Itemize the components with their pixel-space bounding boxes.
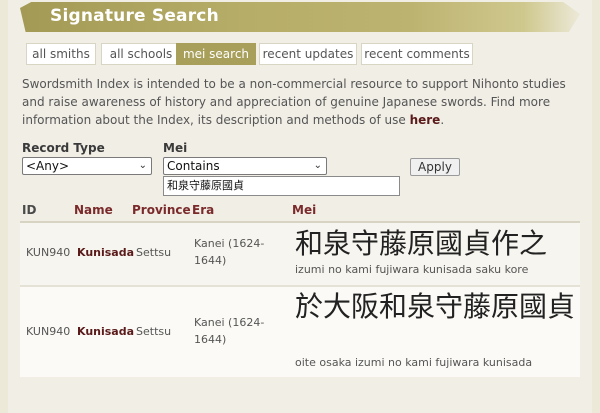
row-id: KUN940: [26, 246, 71, 259]
column-header-name[interactable]: Name: [74, 203, 113, 217]
row-name-link[interactable]: Kunisada: [77, 323, 134, 340]
row-province: Settsu: [136, 325, 172, 338]
intro-suffix: .: [440, 113, 445, 127]
page-title: Signature Search: [50, 6, 219, 26]
row-name-link[interactable]: Kunisada: [77, 244, 134, 261]
chevron-down-icon: ⌄: [138, 160, 147, 171]
record-type-value: <Any>: [26, 159, 70, 173]
column-header-era[interactable]: Era: [192, 203, 214, 217]
mei-mode-value: Contains: [167, 159, 220, 173]
row-mei-romaji: izumi no kami fujiwara kunisada saku kor…: [295, 263, 529, 276]
tab-recent-comments[interactable]: recent comments: [361, 43, 473, 65]
record-type-select[interactable]: <Any> ⌄: [22, 157, 152, 175]
row-province: Settsu: [136, 246, 172, 259]
tab-recent-updates[interactable]: recent updates: [259, 43, 357, 65]
apply-button[interactable]: Apply: [410, 158, 460, 176]
column-header-id: ID: [22, 203, 37, 217]
row-mei-romaji: oite osaka izumi no kami fujiwara kunisa…: [295, 356, 533, 369]
row-mei-kanji: 於大阪和泉守藤原國貞: [295, 290, 576, 323]
tab-all-schools[interactable]: all schools: [101, 43, 181, 65]
chevron-down-icon: ⌄: [313, 160, 322, 171]
column-header-mei: Mei: [292, 203, 317, 217]
title-banner: Signature Search: [20, 2, 580, 32]
row-era: Kanei (1624-1644): [194, 237, 265, 267]
intro-here-link[interactable]: here: [410, 113, 441, 127]
row-era: Kanei (1624-1644): [194, 316, 265, 346]
mei-label: Mei: [163, 141, 188, 155]
mei-mode-select[interactable]: Contains ⌄: [163, 157, 327, 175]
row-id: KUN940: [26, 325, 71, 338]
record-type-label: Record Type: [22, 141, 105, 155]
column-header-province[interactable]: Province: [132, 203, 191, 217]
mei-query-input[interactable]: 和泉守藤原國貞: [163, 176, 400, 196]
tab-all-smiths[interactable]: all smiths: [26, 43, 96, 65]
row-mei-kanji: 和泉守藤原國貞作之: [295, 227, 548, 260]
intro-text: Swordsmith Index is intended to be a non…: [22, 75, 580, 129]
intro-body: Swordsmith Index is intended to be a non…: [22, 77, 566, 127]
tab-mei-search[interactable]: mei search: [176, 43, 256, 65]
